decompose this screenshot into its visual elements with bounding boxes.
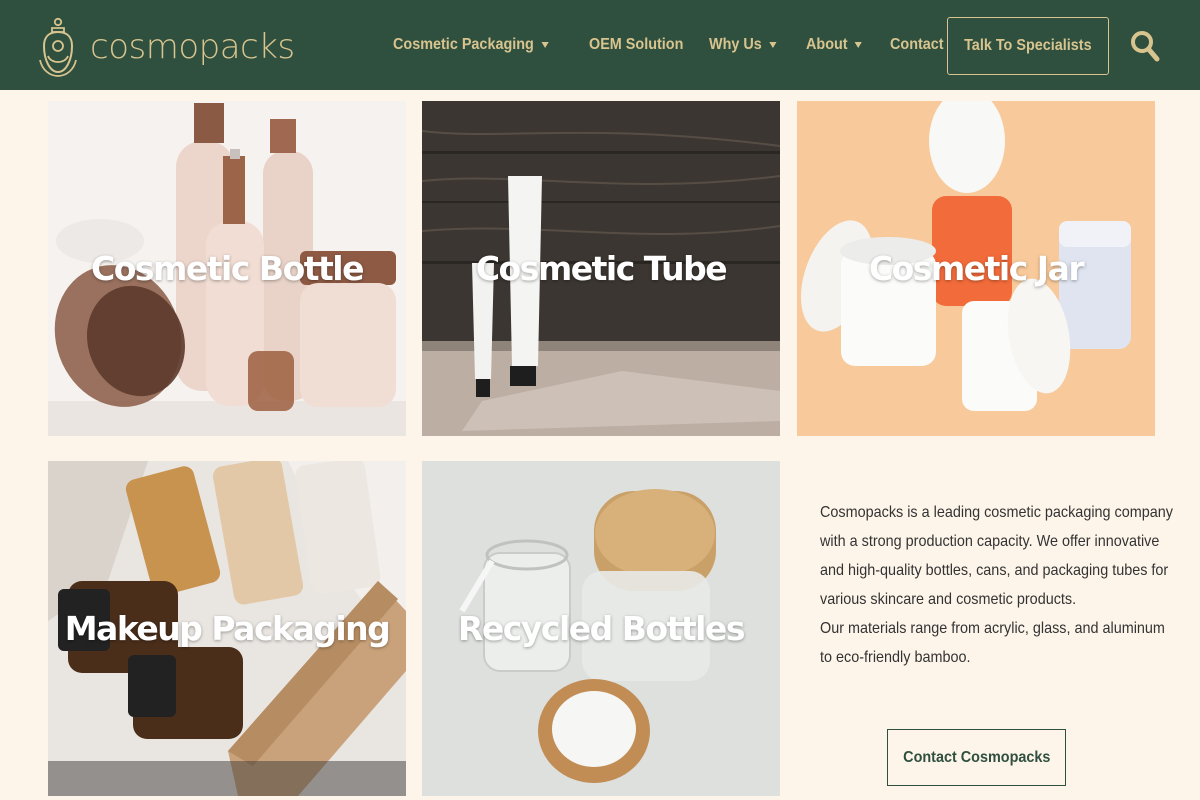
main-nav: Cosmetic Packaging OEM Solution Why Us A… — [393, 36, 950, 54]
tile-title: Cosmetic Jar — [868, 249, 1085, 288]
nav-oem-solution[interactable]: OEM Solution — [589, 36, 683, 54]
description-line: with a strong production capacity. We of… — [820, 533, 1160, 550]
chevron-down-icon — [541, 42, 549, 48]
search-button[interactable] — [1129, 28, 1161, 64]
tile-title: Recycled Bottles — [458, 609, 745, 648]
nav-contact[interactable]: Contact — [890, 36, 944, 54]
bottle-face-logo-icon — [39, 17, 77, 77]
tile-recycled-bottles[interactable]: Recycled Bottles — [422, 461, 780, 796]
tile-cosmetic-jar[interactable]: Cosmetic Jar — [797, 101, 1155, 436]
site-header: cosmopacks Cosmetic Packaging OEM Soluti… — [0, 0, 1200, 90]
tile-makeup-packaging[interactable]: Makeup Packaging — [48, 461, 406, 796]
description-line: and high-quality bottles, cans, and pack… — [820, 562, 1169, 579]
chevron-down-icon — [854, 42, 863, 48]
nav-cosmetic-packaging[interactable]: Cosmetic Packaging — [393, 36, 549, 54]
brand-logo[interactable]: cosmopacks — [38, 16, 295, 78]
tile-cosmetic-tube[interactable]: Cosmetic Tube — [422, 101, 780, 436]
tile-title: Makeup Packaging — [64, 609, 391, 648]
description-line: to eco-friendly bamboo. — [820, 649, 971, 666]
company-description: Cosmopacks is a leading cosmetic packagi… — [820, 498, 1173, 672]
search-icon — [1131, 31, 1160, 62]
tile-title: Cosmetic Bottle — [90, 249, 365, 288]
description-line: Cosmopacks is a leading cosmetic packagi… — [820, 504, 1173, 521]
nav-about[interactable]: About — [806, 36, 863, 54]
brand-name: cosmopacks — [90, 27, 295, 67]
chevron-down-icon — [769, 42, 777, 48]
tile-title: Cosmetic Tube — [475, 249, 728, 288]
description-line: Our materials range from acrylic, glass,… — [820, 620, 1165, 637]
nav-why-us[interactable]: Why Us — [709, 36, 777, 54]
talk-to-specialists-button[interactable]: Talk To Specialists — [947, 17, 1109, 75]
description-line: various skincare and cosmetic products. — [820, 591, 1077, 608]
tile-cosmetic-bottle[interactable]: Cosmetic Bottle — [48, 101, 406, 436]
contact-cosmopacks-button[interactable]: Contact Cosmopacks — [887, 729, 1066, 786]
